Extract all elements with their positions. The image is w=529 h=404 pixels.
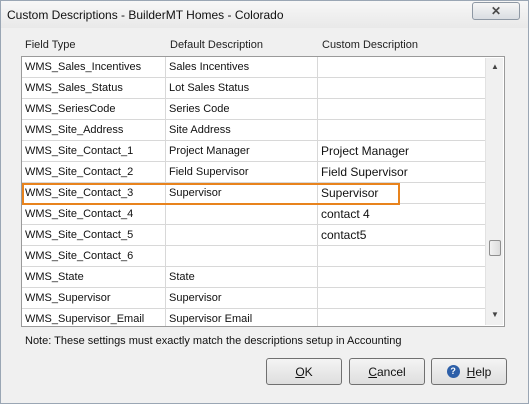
table-row[interactable]: WMS_Sales_Incentives Sales Incentives [22, 57, 488, 78]
custom-description-cell[interactable] [318, 267, 488, 288]
table-row[interactable]: WMS_Supervisor Supervisor [22, 288, 488, 309]
scroll-up-arrow-icon[interactable]: ▲ [489, 61, 501, 73]
field-type-cell: WMS_SeriesCode [22, 99, 166, 120]
custom-description-cell[interactable]: Supervisor [318, 183, 488, 204]
field-type-cell: WMS_Site_Address [22, 120, 166, 141]
default-description-cell: State [166, 267, 318, 288]
custom-description-cell[interactable] [318, 246, 488, 267]
header-field-type: Field Type [25, 39, 76, 51]
cancel-button[interactable]: Cancel [349, 358, 425, 385]
default-description-cell [166, 225, 318, 246]
table-row[interactable]: WMS_Site_Address Site Address [22, 120, 488, 141]
close-icon: ✕ [490, 4, 502, 18]
field-type-cell: WMS_Site_Contact_5 [22, 225, 166, 246]
window-title: Custom Descriptions - BuilderMT Homes - … [7, 8, 284, 22]
default-description-cell: Site Address [166, 120, 318, 141]
default-description-cell [166, 246, 318, 267]
custom-description-cell[interactable] [318, 288, 488, 309]
default-description-cell: Supervisor Email [166, 309, 318, 326]
custom-description-cell[interactable] [318, 57, 488, 78]
help-label-rest: elp [475, 364, 492, 379]
header-custom-description: Custom Description [322, 39, 418, 51]
custom-description-cell[interactable]: Field Supervisor [318, 162, 488, 183]
custom-description-cell[interactable] [318, 120, 488, 141]
grid-rows: WMS_Sales_Incentives Sales Incentives WMS_… [22, 57, 488, 326]
custom-description-cell[interactable]: Project Manager [318, 141, 488, 162]
table-row[interactable]: WMS_SeriesCode Series Code [22, 99, 488, 120]
table-row[interactable]: WMS_Site_Contact_4 contact 4 [22, 204, 488, 225]
field-type-cell: WMS_Site_Contact_4 [22, 204, 166, 225]
custom-descriptions-dialog: Custom Descriptions - BuilderMT Homes - … [0, 0, 529, 404]
table-row[interactable]: WMS_Site_Contact_3 Supervisor Supervisor [22, 183, 488, 204]
default-description-cell: Supervisor [166, 183, 318, 204]
custom-description-cell[interactable]: contact5 [318, 225, 488, 246]
default-description-cell: Series Code [166, 99, 318, 120]
descriptions-grid: WMS_Sales_Incentives Sales Incentives WMS_… [21, 56, 505, 327]
custom-description-cell[interactable] [318, 309, 488, 326]
note-text: Note: These settings must exactly match … [25, 335, 402, 347]
cancel-label-rest: ancel [376, 364, 406, 379]
header-default-description: Default Description [170, 39, 263, 51]
field-type-cell: WMS_Sales_Status [22, 78, 166, 99]
table-row[interactable]: WMS_Site_Contact_5 contact5 [22, 225, 488, 246]
scrollbar-thumb[interactable] [489, 240, 501, 256]
ok-button[interactable]: OK [266, 358, 342, 385]
default-description-cell: Field Supervisor [166, 162, 318, 183]
field-type-cell: WMS_Supervisor [22, 288, 166, 309]
table-row[interactable]: WMS_Site_Contact_1 Project Manager Project… [22, 141, 488, 162]
field-type-cell: WMS_Site_Contact_3 [22, 183, 166, 204]
default-description-cell: Project Manager [166, 141, 318, 162]
column-headers: Field Type Default Description Custom De… [25, 39, 505, 55]
field-type-cell: WMS_Supervisor_Email [22, 309, 166, 326]
field-type-cell: WMS_State [22, 267, 166, 288]
help-mnemonic: H [466, 364, 476, 379]
table-row[interactable]: WMS_Sales_Status Lot Sales Status [22, 78, 488, 99]
cancel-mnemonic: C [368, 364, 377, 379]
default-description-cell: Supervisor [166, 288, 318, 309]
title-bar: Custom Descriptions - BuilderMT Homes - … [1, 1, 528, 28]
default-description-cell: Lot Sales Status [166, 78, 318, 99]
field-type-cell: WMS_Sales_Incentives [22, 57, 166, 78]
table-row[interactable]: WMS_State State [22, 267, 488, 288]
help-button[interactable]: ? Help [431, 358, 507, 385]
default-description-cell [166, 204, 318, 225]
field-type-cell: WMS_Site_Contact_1 [22, 141, 166, 162]
table-row[interactable]: WMS_Site_Contact_6 [22, 246, 488, 267]
field-type-cell: WMS_Site_Contact_2 [22, 162, 166, 183]
table-row[interactable]: WMS_Supervisor_Email Supervisor Email [22, 309, 488, 326]
help-icon: ? [446, 365, 460, 378]
custom-description-cell[interactable] [318, 78, 488, 99]
default-description-cell: Sales Incentives [166, 57, 318, 78]
close-button[interactable]: ✕ [472, 2, 520, 20]
custom-description-cell[interactable] [318, 99, 488, 120]
custom-description-cell[interactable]: contact 4 [318, 204, 488, 225]
ok-label-rest: K [304, 364, 313, 379]
field-type-cell: WMS_Site_Contact_6 [22, 246, 166, 267]
scroll-down-arrow-icon[interactable]: ▼ [489, 309, 501, 321]
table-row[interactable]: WMS_Site_Contact_2 Field Supervisor Field … [22, 162, 488, 183]
vertical-scrollbar[interactable]: ▲ ▼ [485, 58, 503, 325]
ok-mnemonic: O [295, 364, 305, 379]
